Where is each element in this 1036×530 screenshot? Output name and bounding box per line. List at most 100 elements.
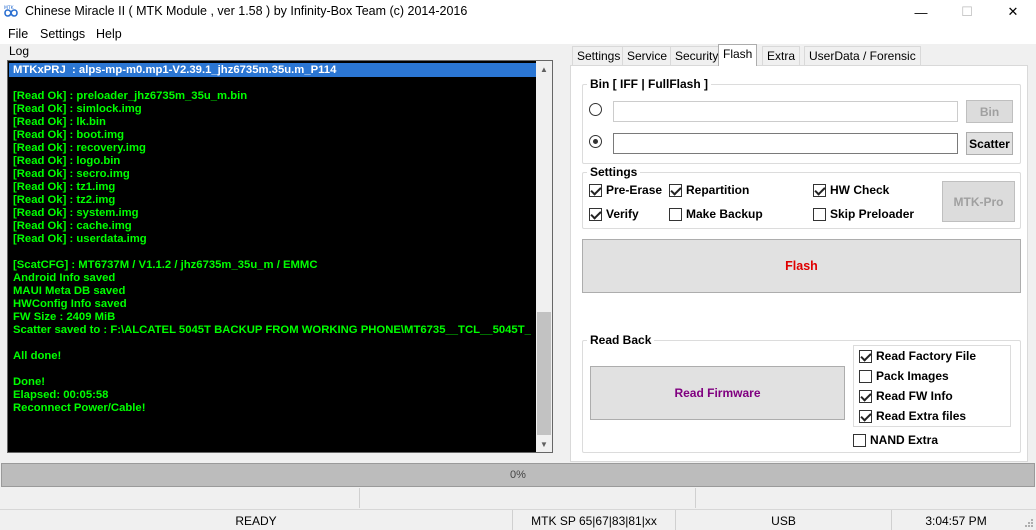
checkbox-box [669, 207, 682, 221]
tab-flash[interactable]: Flash [718, 44, 758, 66]
log-line-selected: MTKxPRJ : alps-mp-m0.mp1-V2.39.1_jhz6735… [13, 64, 337, 76]
app-logo-icon: MTK [4, 5, 18, 17]
minimize-button[interactable]: — [898, 0, 944, 24]
checkbox-label: Skip Preloader [830, 207, 915, 221]
tab-settings[interactable]: Settings [572, 46, 626, 65]
resize-grip-icon[interactable] [1024, 518, 1034, 528]
checkbox-box [589, 207, 602, 221]
status-bar: READY MTK SP 65|67|83|81|xx USB 3:04:57 … [0, 509, 1036, 530]
log-line: HWConfig Info saved [13, 298, 127, 310]
log-line: Done! [13, 376, 46, 388]
log-line: Android Info saved [13, 272, 116, 284]
hw-check-checkbox[interactable]: HW Check [813, 183, 889, 197]
read-extra-files-checkbox[interactable]: Read Extra files [859, 409, 966, 423]
status-platform: MTK SP 65|67|83|81|xx [513, 510, 676, 530]
scroll-up-icon[interactable]: ▲ [536, 61, 552, 77]
checkbox-box [589, 183, 602, 197]
scatter-button[interactable]: Scatter [966, 132, 1013, 155]
scroll-down-icon[interactable]: ▼ [536, 436, 552, 452]
log-line: [Read Ok] : logo.bin [13, 155, 121, 167]
log-line: [Read Ok] : lk.bin [13, 116, 106, 128]
close-button[interactable]: ✕ [990, 0, 1036, 24]
checkbox-label: Pre-Erase [606, 183, 663, 197]
scatter-radio[interactable] [589, 135, 602, 148]
log-line: Elapsed: 00:05:58 [13, 389, 109, 401]
mtk-pro-button[interactable]: MTK-Pro [942, 181, 1015, 222]
scroll-thumb[interactable] [537, 312, 551, 435]
status-interface: USB [676, 510, 892, 530]
log-scrollbar[interactable]: ▲ ▼ [536, 61, 552, 452]
checkbox-label: Make Backup [686, 207, 763, 221]
progress-label: 0% [510, 469, 526, 481]
sub-status-cell [696, 488, 1036, 508]
checkbox-box [813, 207, 826, 221]
log-line: [Read Ok] : system.img [13, 207, 139, 219]
menu-help[interactable]: Help [96, 27, 122, 41]
checkbox-label: Verify [606, 207, 639, 221]
progress-bar: 0% [1, 463, 1035, 487]
title-bar: MTK Chinese Miracle II ( MTK Module , ve… [0, 0, 1036, 24]
bin-button[interactable]: Bin [966, 100, 1013, 123]
bin-radio[interactable] [589, 103, 602, 116]
svg-text:MTK: MTK [4, 5, 15, 11]
log-line: Scatter saved to : F:\ALCATEL 5045T BACK… [13, 324, 531, 336]
checkbox-box [859, 389, 872, 403]
log-line: FW Size : 2409 MiB [13, 311, 116, 323]
settings-group-title: Settings [587, 165, 641, 179]
scatter-path-field[interactable] [613, 133, 958, 154]
tab-service[interactable]: Service [622, 46, 673, 65]
checkbox-box [859, 349, 872, 363]
skip-preloader-checkbox[interactable]: Skip Preloader [813, 207, 914, 221]
read-fw-info-checkbox[interactable]: Read FW Info [859, 389, 953, 403]
maximize-button[interactable]: ☐ [944, 0, 990, 24]
pack-images-checkbox[interactable]: Pack Images [859, 369, 949, 383]
menu-file[interactable]: File [8, 27, 28, 41]
menu-bar: File Settings Help [0, 24, 1036, 44]
checkbox-label: Read Extra files [876, 409, 967, 423]
read-back-title: Read Back [587, 333, 655, 347]
checkbox-label: NAND Extra [870, 433, 939, 447]
secondary-status-strip [0, 488, 1036, 508]
log-line: [Read Ok] : secro.img [13, 168, 130, 180]
log-label: Log [9, 44, 30, 58]
bin-path-field[interactable] [613, 101, 958, 122]
make-backup-checkbox[interactable]: Make Backup [669, 207, 763, 221]
read-firmware-button[interactable]: Read Firmware [590, 366, 845, 420]
tab-extra[interactable]: Extra [762, 46, 801, 65]
flash-button[interactable]: Flash [582, 239, 1021, 293]
tab-userdata-forensic[interactable]: UserData / Forensic [804, 46, 921, 65]
status-time: 3:04:57 PM [925, 513, 987, 528]
sub-status-cell [0, 488, 360, 508]
checkbox-label: Pack Images [876, 369, 949, 383]
log-line: [Read Ok] : preloader_jhz6735m_35u_m.bin [13, 90, 248, 102]
pre-erase-checkbox[interactable]: Pre-Erase [589, 183, 662, 197]
checkbox-box [669, 183, 682, 197]
nand-extra-checkbox[interactable]: NAND Extra [853, 433, 938, 447]
log-line: [Read Ok] : userdata.img [13, 233, 147, 245]
log-line: [Read Ok] : simlock.img [13, 103, 142, 115]
checkbox-label: HW Check [830, 183, 890, 197]
log-line: [Read Ok] : tz1.img [13, 181, 116, 193]
checkbox-box [853, 433, 866, 447]
checkbox-label: Read Factory File [876, 349, 977, 363]
tab-security[interactable]: Security [670, 46, 724, 65]
log-line: [ScatCFG] : MT6737M / V1.1.2 / jhz6735m_… [13, 259, 318, 271]
verify-checkbox[interactable]: Verify [589, 207, 639, 221]
log-line: MAUI Meta DB saved [13, 285, 126, 297]
checkbox-box [859, 409, 872, 423]
checkbox-label: Repartition [686, 183, 750, 197]
log-line: [Read Ok] : tz2.img [13, 194, 116, 206]
repartition-checkbox[interactable]: Repartition [669, 183, 749, 197]
log-text: MTKxPRJ : alps-mp-m0.mp1-V2.39.1_jhz6735… [13, 64, 531, 415]
sub-status-cell [360, 488, 696, 508]
menu-settings[interactable]: Settings [40, 27, 85, 41]
read-factory-file-checkbox[interactable]: Read Factory File [859, 349, 976, 363]
log-console[interactable]: MTKxPRJ : alps-mp-m0.mp1-V2.39.1_jhz6735… [7, 60, 553, 453]
log-line: Reconnect Power/Cable! [13, 402, 146, 414]
checkbox-box [813, 183, 826, 197]
log-line: [Read Ok] : boot.img [13, 129, 125, 141]
